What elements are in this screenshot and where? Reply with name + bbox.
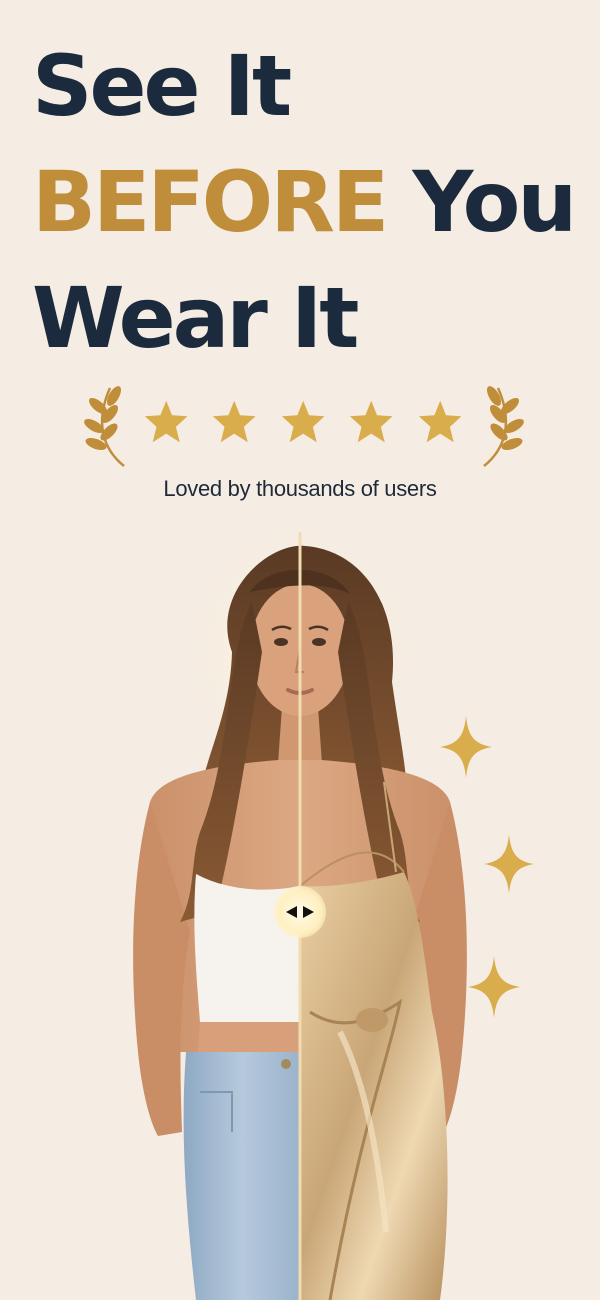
- star-rating: [143, 398, 463, 446]
- headline: See It BEFORE You Wear It: [32, 28, 592, 376]
- headline-line-2-rest: You: [412, 153, 578, 251]
- tagline: Loved by thousands of users: [163, 476, 437, 501]
- headline-line-3: Wear It: [32, 269, 359, 367]
- sparkle-icon: [468, 956, 520, 1018]
- rating-badge: [0, 384, 600, 474]
- laurel-right-icon: [483, 386, 524, 467]
- left-right-arrows-icon: [286, 906, 314, 918]
- star-icon: [350, 400, 393, 443]
- headline-accent-word: BEFORE: [32, 153, 389, 251]
- star-icon: [281, 400, 325, 443]
- sparkle-icon: [440, 716, 492, 778]
- headline-line-2: BEFORE You: [32, 144, 592, 260]
- comparison-slider-handle[interactable]: [274, 886, 326, 938]
- star-icon: [418, 400, 462, 443]
- star-icon: [213, 400, 256, 443]
- star-icon: [144, 400, 188, 443]
- laurel-left-icon: [84, 386, 125, 467]
- before-after-comparison[interactable]: [0, 532, 600, 1300]
- sparkle-icon: [484, 834, 534, 894]
- headline-line-1: See It: [32, 37, 292, 135]
